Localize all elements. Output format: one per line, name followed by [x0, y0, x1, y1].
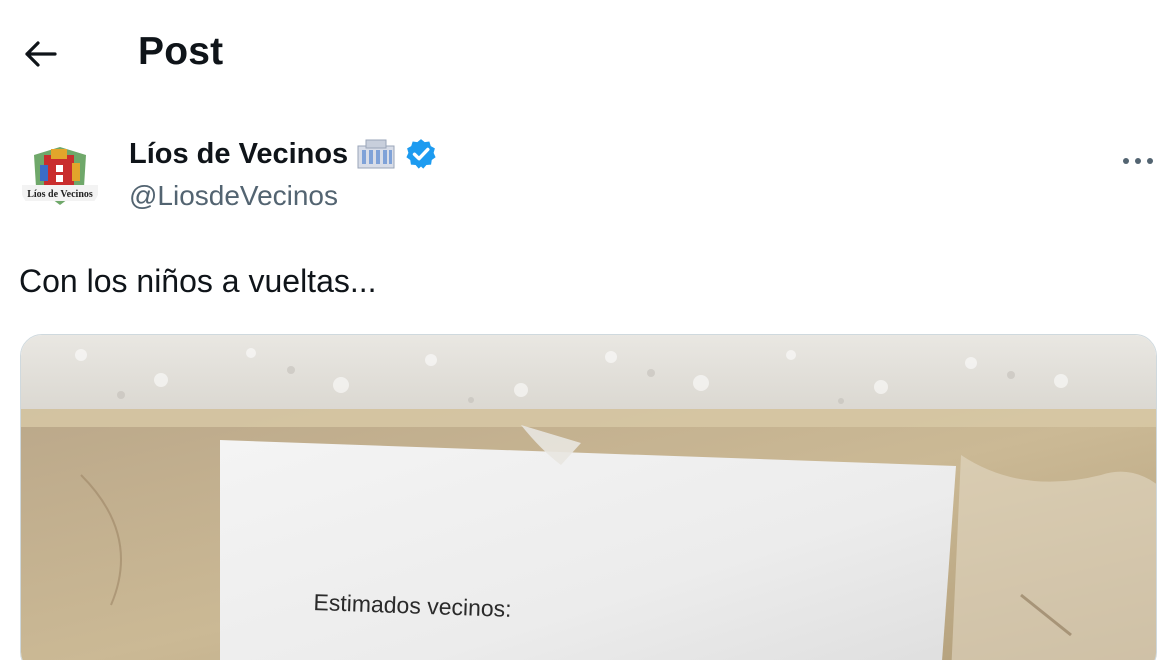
post-text: Con los niños a vueltas... — [19, 263, 377, 299]
avatar-logo-text: Líos de Vecinos — [27, 189, 93, 200]
more-options-button[interactable] — [1112, 143, 1164, 179]
verified-badge-icon — [406, 139, 436, 169]
top-bar: Post — [0, 0, 1173, 105]
post-image[interactable]: Estimados vecinos: — [20, 334, 1157, 660]
arrow-left-icon — [25, 41, 57, 67]
photo-scene — [21, 335, 1156, 660]
post-author: Líos de Vecinos Líos de Vecinos @LiosdeV… — [0, 125, 1173, 225]
author-handle[interactable]: @LiosdeVecinos — [129, 180, 338, 212]
avatar-logo: Líos de Vecinos — [18, 135, 102, 219]
author-display-name[interactable]: Líos de Vecinos — [129, 138, 348, 171]
name-line: Líos de Vecinos — [129, 137, 438, 171]
more-horizontal-icon — [1123, 158, 1153, 164]
back-button[interactable] — [14, 30, 66, 78]
page-title: Post — [138, 30, 224, 73]
office-building-icon — [357, 139, 395, 169]
avatar[interactable]: Líos de Vecinos — [18, 135, 102, 219]
